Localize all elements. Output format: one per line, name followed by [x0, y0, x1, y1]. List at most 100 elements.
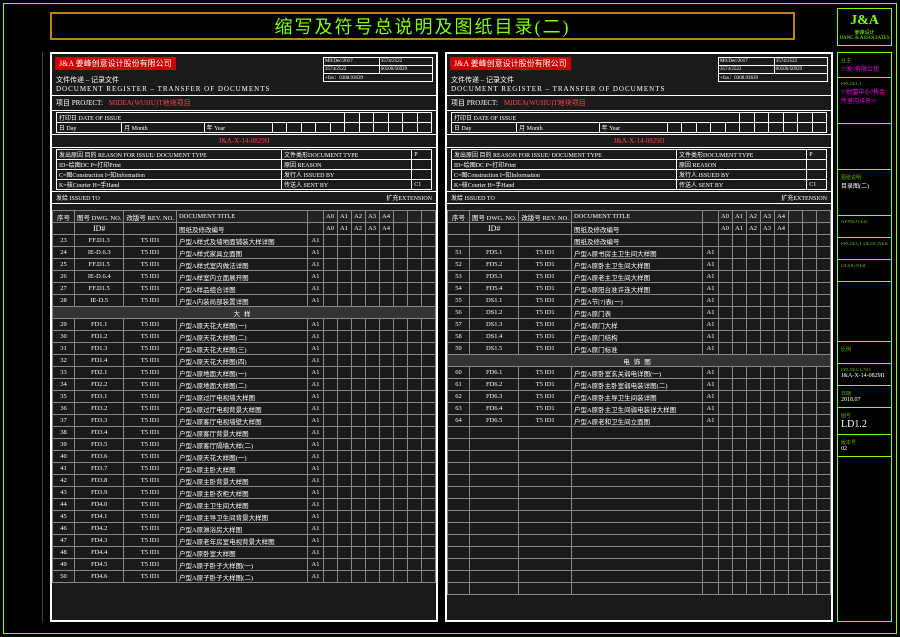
title-banner: 缩写及符号总说明及图纸目录(二): [50, 12, 795, 40]
logo-text: J&A: [850, 13, 879, 29]
tb-lead: PROJECT DESIGNER: [838, 238, 891, 260]
table-row: 41FD3.7T5 ID1户型A原主卧大样图A1: [53, 463, 436, 475]
id-row: ID#图纸及修改编号A0A1A2A3A4: [53, 223, 436, 235]
titleblock: 业主??发?有限公司 PROJECT??财富中心7栋会所室内详名?? 图纸说明目…: [837, 52, 892, 622]
tb-client: 业主??发?有限公司: [838, 53, 891, 78]
table-row: 44FD4.0T5 ID1户型A原主卫生间大样图A1: [53, 499, 436, 511]
tb-designer: DESIGNER: [838, 260, 891, 282]
table-row: 62FD6.3T5 ID1户型A原卧主导卫生间装详图A1: [448, 391, 831, 403]
table-row: 51FD5.1T5 ID1户型A原书房主卫生间大样图A1: [448, 247, 831, 259]
table-row: 50FD4.6T5 ID1户型A原子卧子大样图(二)A1: [53, 571, 436, 583]
table-row: 64FD6.5T5 ID1户型A原老和卫生间立面图A1: [448, 415, 831, 427]
table-row: 39FD3.5T5 ID1户型A原客厅隔墙大样(二)A1: [53, 439, 436, 451]
tb-scale: 比例: [838, 342, 891, 364]
table-row: [448, 583, 831, 595]
project-row: 项目 PROJECT:MIDEA(WUHU)T地块项目: [52, 96, 436, 111]
table-row: [448, 511, 831, 523]
table-row: 图纸及修改编号: [448, 235, 831, 247]
table-row: [448, 427, 831, 439]
logo-sub2: JIANG & ASSOCIATES: [839, 36, 889, 41]
table-row: 28IE-D.5T5 ID1户型A内装局部装置详图A1: [53, 295, 436, 307]
issued-to: 发给 ISSUED TO扩充EXTENSION: [447, 192, 831, 204]
table-row: 54FD5.4T5 ID1户型A原阳台准许连大样图A1: [448, 283, 831, 295]
table-row: [448, 475, 831, 487]
section-header: 大样: [53, 307, 436, 319]
table-row: 47FD4.3T5 ID1户型A原老年房室电视背景大样图A1: [53, 535, 436, 547]
tb-stamp: [838, 282, 891, 342]
id-row: ID#图纸及修改编号A0A1A2A3A4: [448, 223, 831, 235]
table-row: 63FD6.4T5 ID1户型A原卧主卫生间弱电装详大样图A1: [448, 403, 831, 415]
left-panel: J&A 姜峰创意设计股份有限公司 M0:Dec/20173574/25223574…: [50, 52, 438, 622]
meta-grid: M0:Dec/20173574/25223574/252200500/50929…: [718, 57, 828, 82]
page-title: 缩写及符号总说明及图纸目录(二): [275, 13, 571, 39]
table-row: [448, 463, 831, 475]
table-row: 24IE-D.6.3T5 ID1户型A样式家具立面图A1: [53, 247, 436, 259]
date-grid: 打印日 DATE OF ISSUE日 Day月 Month年 Year: [447, 111, 831, 135]
tb-dwgno: 图号LD1.2: [838, 408, 891, 435]
company-header: J&A 姜峰创意设计股份有限公司: [450, 57, 571, 70]
table-row: 35FD3.1T5 ID1户型A原过厅电视墙大样图A1: [53, 391, 436, 403]
tb-sheet: 图纸说明目录图(二): [838, 170, 891, 216]
table-row: 60FD6.1T5 ID1户型A原卧室玄关弱电详图(一)A1: [448, 367, 831, 379]
table-row: 37FD3.3T5 ID1户型A原客厅电视墙壁大样图A1: [53, 415, 436, 427]
table-row: 48FD4.4T5 ID1户型A原卧室大样图A1: [53, 547, 436, 559]
table-row: 40FD3.6T5 ID1户型A原天花大样图(一)A1: [53, 451, 436, 463]
tb-jobno: PROJECT NOJ&A-X-14-0829II: [838, 364, 891, 386]
jobno: J&A-X-14-0829II: [447, 135, 831, 148]
reason-block: 发出原因 目的 REASON FOR ISSUE/ DOCUMENT TYPE文…: [52, 148, 436, 192]
company-header: J&A 姜峰创意设计股份有限公司: [55, 57, 176, 70]
table-row: [448, 451, 831, 463]
table-row: 43FD3.9T5 ID1户型A原主卧衣柜大样图A1: [53, 487, 436, 499]
table-row: 46FD4.2T5 ID1户型A原淋浴房大样图A1: [53, 523, 436, 535]
date-grid: 打印日 DATE OF ISSUE日 Day月 Month年 Year: [52, 111, 436, 135]
table-row: [448, 499, 831, 511]
table-row: 61FD6.2T5 ID1户型A原卧主卧室弱电装详图(二)A1: [448, 379, 831, 391]
table-row: 57DS1.3T5 ID1户型A原门大样A1: [448, 319, 831, 331]
tb-rev: 版本号02: [838, 435, 891, 457]
table-row: 52FD5.2T5 ID1户型A原卧主卫生间大样图A1: [448, 259, 831, 271]
table-row: [448, 523, 831, 535]
tb-approved: APPROVED: [838, 216, 891, 238]
logo-sub: 姜峰设计: [854, 29, 874, 36]
table-row: 42FD3.8T5 ID1户型A原主卧背景大样图A1: [53, 475, 436, 487]
logo-block: J&A 姜峰设计 JIANG & ASSOCIATES: [837, 8, 892, 46]
table-row: 25FF.D1.5T5 ID1户型A样式室内做法详图A1: [53, 259, 436, 271]
table-row: [448, 571, 831, 583]
table-row: 45FD4.1T5 ID1户型A原主导卫生间背景大样图A1: [53, 511, 436, 523]
table-row: 56DS1.2T5 ID1户型A原门表A1: [448, 307, 831, 319]
table-row: 27FF.D1.5T5 ID1户型A样品组合详图A1: [53, 283, 436, 295]
project-row: 项目 PROJECT:MIDEA(WUHU)T地块项目: [447, 96, 831, 111]
document-table: 序号图号 DWG. NO.改版号 REV. NO.DOCUMENT TITLEA…: [447, 210, 831, 595]
reason-block: 发出原因 目的 REASON FOR ISSUE/ DOCUMENT TYPE文…: [447, 148, 831, 192]
right-panel: J&A 姜峰创意设计股份有限公司 M0:Dec/20173574/25223574…: [445, 52, 833, 622]
table-row: [448, 535, 831, 547]
table-row: 55DS1.1T5 ID1户型A节[?]表(一)A1: [448, 295, 831, 307]
table-row: 31FD1.3T5 ID1户型A原天花大样图(三)A1: [53, 343, 436, 355]
table-row: [448, 487, 831, 499]
document-table: 序号图号 DWG. NO.改版号 REV. NO.DOCUMENT TITLEA…: [52, 210, 436, 583]
tb-date: 日期2018.07: [838, 386, 891, 408]
table-row: 26IE-D.6.4T5 ID1户型A样室内立面展开图A1: [53, 271, 436, 283]
meta-grid: M0:Dec/20173574/25223574/252200500/50929…: [323, 57, 433, 82]
table-row: 58DS1.4T5 ID1户型A原门结构A1: [448, 331, 831, 343]
table-row: 33FD2.1T5 ID1户型A原地面大样图(一)A1: [53, 367, 436, 379]
section-header: 电饰图: [448, 355, 831, 367]
table-row: [448, 559, 831, 571]
table-row: 53FD5.3T5 ID1户型A原老主卫生间大样图A1: [448, 271, 831, 283]
table-row: 32FD1.4T5 ID1户型A原天花大样图(四)A1: [53, 355, 436, 367]
table-row: 36FD3.2T5 ID1户型A原过厅电视背景大样图A1: [53, 403, 436, 415]
table-row: 30FD1.2T5 ID1户型A原天花大样图(二)A1: [53, 331, 436, 343]
table-row: 38FD3.4T5 ID1户型A原客厅背景大样图A1: [53, 427, 436, 439]
tb-rev-grid: [838, 124, 891, 170]
table-row: 49FD4.5T5 ID1户型A原子卧子大样图(一)A1: [53, 559, 436, 571]
table-row: 23FF.D1.3T5 ID1户型A样式及墙地面铺装大样详图A1: [53, 235, 436, 247]
tb-project: PROJECT??财富中心7栋会所室内详名??: [838, 78, 891, 124]
jobno: J&A-X-14-0829II: [52, 135, 436, 148]
table-row: [448, 547, 831, 559]
issued-to: 发给 ISSUED TO扩充EXTENSION: [52, 192, 436, 204]
table-row: 59DS1.5T5 ID1户型A原门标准A1: [448, 343, 831, 355]
table-row: 29FD1.1T5 ID1户型A原天花大样图(一)A1: [53, 319, 436, 331]
table-row: [448, 439, 831, 451]
table-row: 34FD2.2T5 ID1户型A原地面大样图(二)A1: [53, 379, 436, 391]
left-ruler: [8, 52, 43, 622]
